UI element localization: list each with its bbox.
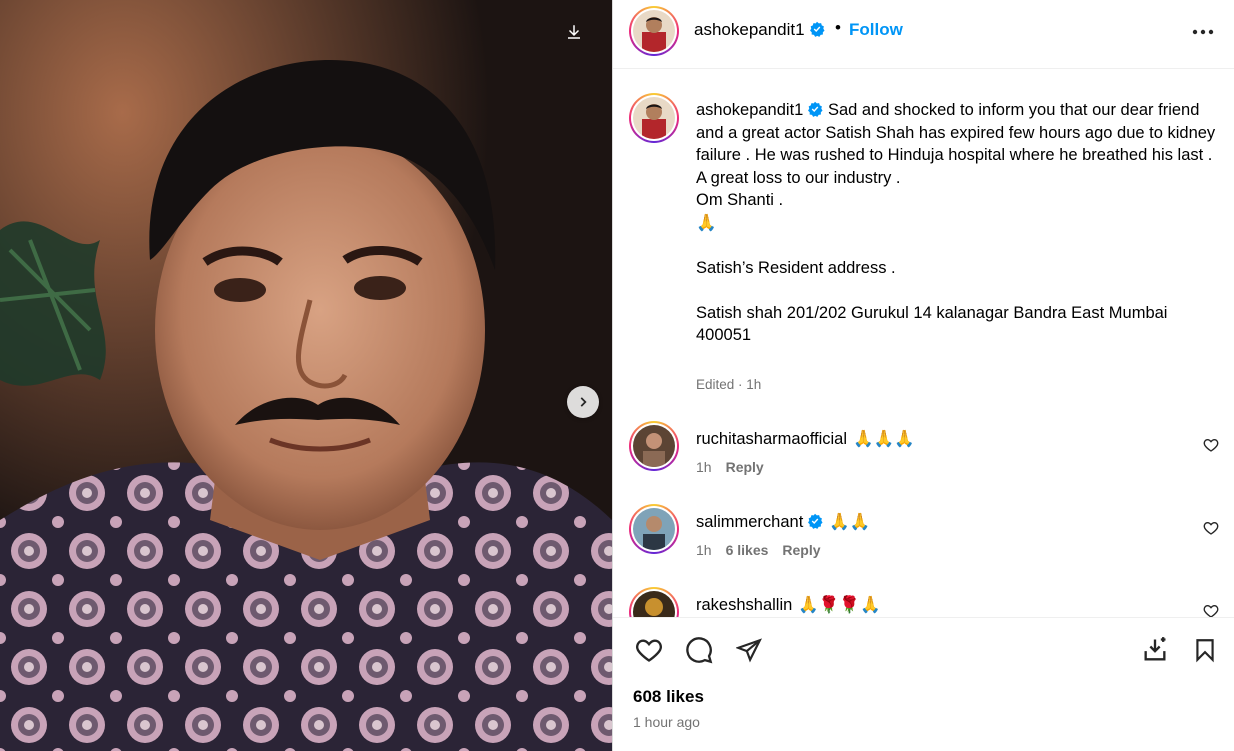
comment-body: ruchitasharmaofficial 🙏🙏🙏 (696, 429, 915, 449)
caption-text: ashokepandit1 Sad and shocked to inform … (696, 99, 1221, 347)
comment-like-icon[interactable] (1203, 437, 1219, 453)
save-to-collection-icon (1144, 637, 1166, 661)
comment-meta: 1h Reply (696, 459, 778, 475)
caption-line (696, 234, 1221, 257)
post-media (0, 0, 612, 751)
commenter-username[interactable]: salimmerchant (696, 513, 803, 531)
post-actions: 608 likes 1 hour ago (613, 617, 1234, 751)
author-username-text[interactable]: ashokepandit1 (694, 20, 805, 39)
caption-line: 🙏 (696, 212, 717, 232)
comment-likes[interactable]: 6 likes (726, 542, 769, 558)
author-avatar[interactable] (629, 6, 679, 56)
caption-author-avatar[interactable] (629, 93, 679, 143)
author-avatar-image (633, 10, 675, 52)
more-options-icon (1192, 29, 1214, 35)
reply-button[interactable]: Reply (782, 542, 820, 558)
share-icon (736, 638, 762, 663)
likes-count[interactable]: 608 likes (633, 687, 704, 707)
post-side-panel: ashokepandit1 • Follow ashokepandit1 Sad… (612, 0, 1234, 751)
comment-like-icon[interactable] (1203, 520, 1219, 536)
download-icon (568, 25, 580, 39)
verified-badge-icon (809, 21, 825, 37)
post-photo (0, 0, 612, 751)
comment-item: ruchitasharmaofficial 🙏🙏🙏 1h Reply (613, 421, 1234, 501)
commenter-avatar[interactable] (629, 421, 679, 471)
like-button[interactable] (633, 634, 665, 666)
verified-badge-icon (808, 513, 823, 529)
verified-badge-icon (808, 101, 823, 117)
caption-meta: Edited · 1h (696, 377, 762, 392)
comment-time: 1h (696, 542, 712, 558)
author-username[interactable]: ashokepandit1 (694, 20, 825, 40)
commenter-avatar-image (633, 425, 675, 467)
heart-icon (636, 639, 662, 662)
post-header: ashokepandit1 • Follow (613, 0, 1234, 69)
save-button[interactable] (1189, 634, 1221, 666)
follow-button[interactable]: Follow (849, 20, 903, 40)
comment-text: 🙏🙏 (829, 512, 871, 531)
next-media-button[interactable] (567, 386, 599, 418)
caption-line: A great loss to our industry . (696, 168, 901, 187)
comment-text: 🙏🌹🌹🙏 (798, 595, 881, 614)
post-timestamp[interactable]: 1 hour ago (633, 714, 700, 730)
download-button[interactable] (558, 16, 590, 48)
commenter-avatar[interactable] (629, 504, 679, 554)
commenter-username[interactable]: rakeshshallin (696, 596, 792, 614)
commenter-avatar-image (633, 591, 675, 617)
share-button[interactable] (733, 634, 765, 666)
comment-item: rakeshshallin 🙏🌹🌹🙏 (613, 587, 1234, 617)
comment-body: salimmerchant 🙏🙏 (696, 512, 870, 532)
caption-line: Satish shah 201/202 Gurukul 14 kalanagar… (696, 303, 1168, 345)
comment-meta: 1h 6 likes Reply (696, 542, 835, 558)
caption-username[interactable]: ashokepandit1 (696, 101, 803, 119)
commenter-username[interactable]: ruchitasharmaofficial (696, 430, 847, 448)
comment-button[interactable] (683, 634, 715, 666)
commenter-avatar[interactable] (629, 587, 679, 617)
chevron-right-icon (580, 397, 587, 407)
reply-button[interactable]: Reply (726, 459, 764, 475)
caption-avatar-image (633, 97, 675, 139)
caption-line (696, 279, 1221, 302)
comments-section[interactable]: ashokepandit1 Sad and shocked to inform … (613, 69, 1234, 617)
commenter-avatar-image (633, 508, 675, 550)
caption-line: Satish’s Resident address . (696, 258, 896, 277)
more-options-button[interactable] (1189, 20, 1217, 44)
comment-item: salimmerchant 🙏🙏 1h 6 likes Reply (613, 504, 1234, 584)
separator-dot: • (835, 18, 841, 37)
comment-like-icon[interactable] (1203, 603, 1219, 617)
comment-body: rakeshshallin 🙏🌹🌹🙏 (696, 595, 881, 615)
bookmark-icon (1196, 639, 1214, 663)
comment-time: 1h (696, 459, 712, 475)
caption-line: Om Shanti . (696, 191, 784, 209)
comment-text: 🙏🙏🙏 (853, 429, 915, 448)
save-to-collection-button[interactable] (1139, 634, 1171, 666)
comment-icon (686, 637, 713, 664)
